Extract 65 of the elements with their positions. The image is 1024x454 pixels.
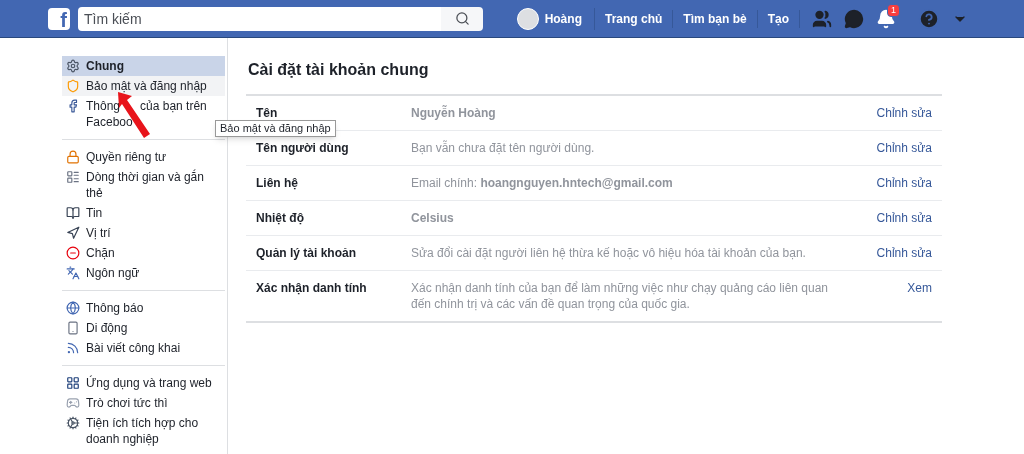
book-icon [66,206,80,220]
sidebar-item[interactable]: Ứng dụng và trang web [62,373,225,393]
location-icon [66,226,80,240]
nav-link[interactable]: Trang chủ [594,9,674,28]
edit-link[interactable]: Chỉnh sửa [876,140,932,156]
gear-icon [66,416,80,430]
sidebar-item[interactable]: Trò chơi tức thì [62,393,225,413]
edit-link[interactable]: Chỉnh sửa [876,105,932,121]
sidebar-item-label: Faceboo [86,114,133,130]
sidebar-item[interactable]: Tin [62,203,225,223]
setting-value: Nguyễn Hoàng [411,105,497,121]
gear-icon [66,59,80,73]
help-icon[interactable] [918,7,940,30]
shield-icon [66,79,80,93]
facebook-icon [66,99,80,113]
page-title: Cài đặt tài khoản chung [247,60,430,80]
search-icon [454,11,470,26]
apps-icon [66,376,80,390]
setting-label: Tên người dùng [256,140,350,156]
sidebar-item[interactable]: Chặn [62,243,225,263]
nav-link[interactable]: Tìm bạn bè [673,9,758,28]
avatar-icon [516,7,539,30]
phone-icon [66,321,80,335]
setting-value: Celsius [411,210,455,226]
sidebar-item[interactable]: Thông báo [62,298,225,318]
edit-link[interactable]: Xem [907,280,932,296]
sidebar-item[interactable]: Dòng thời gian và gắn thẻ [62,167,225,203]
sidebar-item[interactable]: Ngôn ngữ [62,263,225,283]
messenger-icon[interactable] [844,8,864,29]
language-icon [66,266,80,280]
sidebar-item[interactable]: Vị trí [62,223,225,243]
globe-icon [66,301,80,315]
nav-link[interactable]: Tạo [757,9,800,28]
gamepad-icon [66,396,80,410]
notification-badge: 1 [887,3,900,17]
friends-icon[interactable] [812,8,832,29]
setting-value: Xác nhận danh tính của bạn để làm những việc như chạy quảng cáo liên quan đến chính trị và các vấn đề quan trọng của quốc gia. [411,280,830,312]
setting-label: Xác nhận danh tính [256,280,368,296]
block-icon [66,246,80,260]
facebook-logo[interactable]: f [48,7,70,30]
setting-label: Liên hệ [256,175,299,191]
rss-icon [66,341,80,355]
tooltip: Bảo mật và đăng nhập [215,120,336,137]
sidebar-item[interactable]: Chung [62,56,225,76]
sidebar-item[interactable]: Quyền riêng tư [62,147,225,167]
setting-label: Quản lý tài khoản [256,245,358,261]
edit-link[interactable]: Chỉnh sửa [876,210,932,226]
edit-link[interactable]: Chỉnh sửa [876,175,932,191]
setting-value: Bạn vẫn chưa đặt tên người dùng. [411,140,596,156]
search-field[interactable]: Tìm kiếm [78,6,441,31]
setting-value: Email chính: hoangnguyen.hntech@gmail.com [411,175,674,191]
setting-value: Sửa đổi cài đặt người liên hệ thừa kế hoặc vô hiệu hóa tài khoản của bạn. [411,245,807,261]
sidebar-item-label: Thông [86,98,121,114]
edit-link[interactable]: Chỉnh sửa [876,245,932,261]
lock-icon [66,150,80,164]
search-button[interactable] [441,6,483,31]
setting-label: Tên [256,105,279,121]
profile-link[interactable]: Hoàng [516,7,595,30]
sidebar-item[interactable]: Di động [62,318,225,338]
sidebar-item[interactable]: Bài viết công khai [62,338,225,358]
timeline-icon [66,170,80,184]
setting-label: Nhiệt độ [256,210,305,226]
sidebar-item[interactable]: Bảo mật và đăng nhập [62,76,225,96]
sidebar-item[interactable]: Tiện ích tích hợp cho doanh nghiệp [62,413,225,449]
sidebar-item-label: của bạn trên [140,98,207,114]
